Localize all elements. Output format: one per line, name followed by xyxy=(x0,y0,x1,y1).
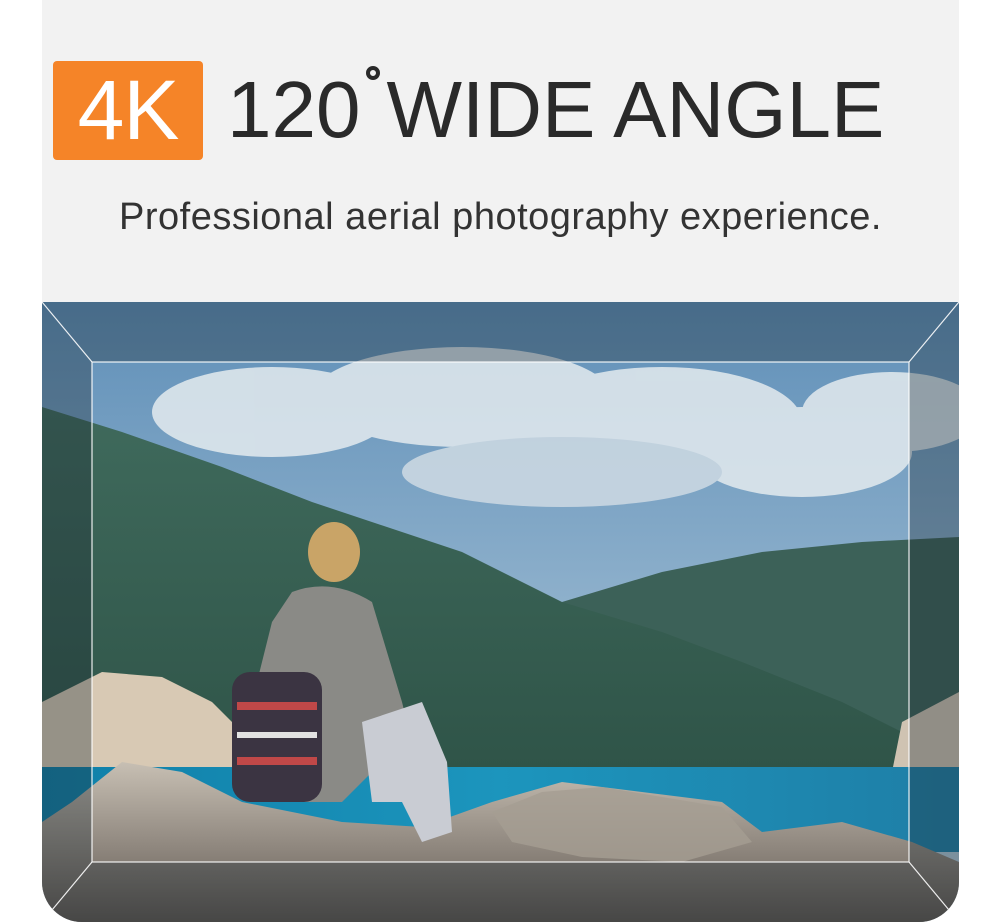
subtitle: Professional aerial photography experien… xyxy=(119,196,882,238)
angle-number: 120 xyxy=(227,65,361,154)
headline: 4K 120 WIDE ANGLE xyxy=(53,60,884,160)
promo-card: 4K 120 WIDE ANGLE Professional aerial pho… xyxy=(42,0,959,922)
scenic-photo xyxy=(42,302,959,922)
badge-4k: 4K xyxy=(53,60,203,160)
landscape-illustration xyxy=(42,302,959,922)
headline-title: 120 WIDE ANGLE xyxy=(227,65,885,154)
degree-icon xyxy=(366,66,381,80)
page: 4K 120 WIDE ANGLE Professional aerial pho… xyxy=(0,0,1000,922)
angle-label: WIDE ANGLE xyxy=(386,65,885,154)
